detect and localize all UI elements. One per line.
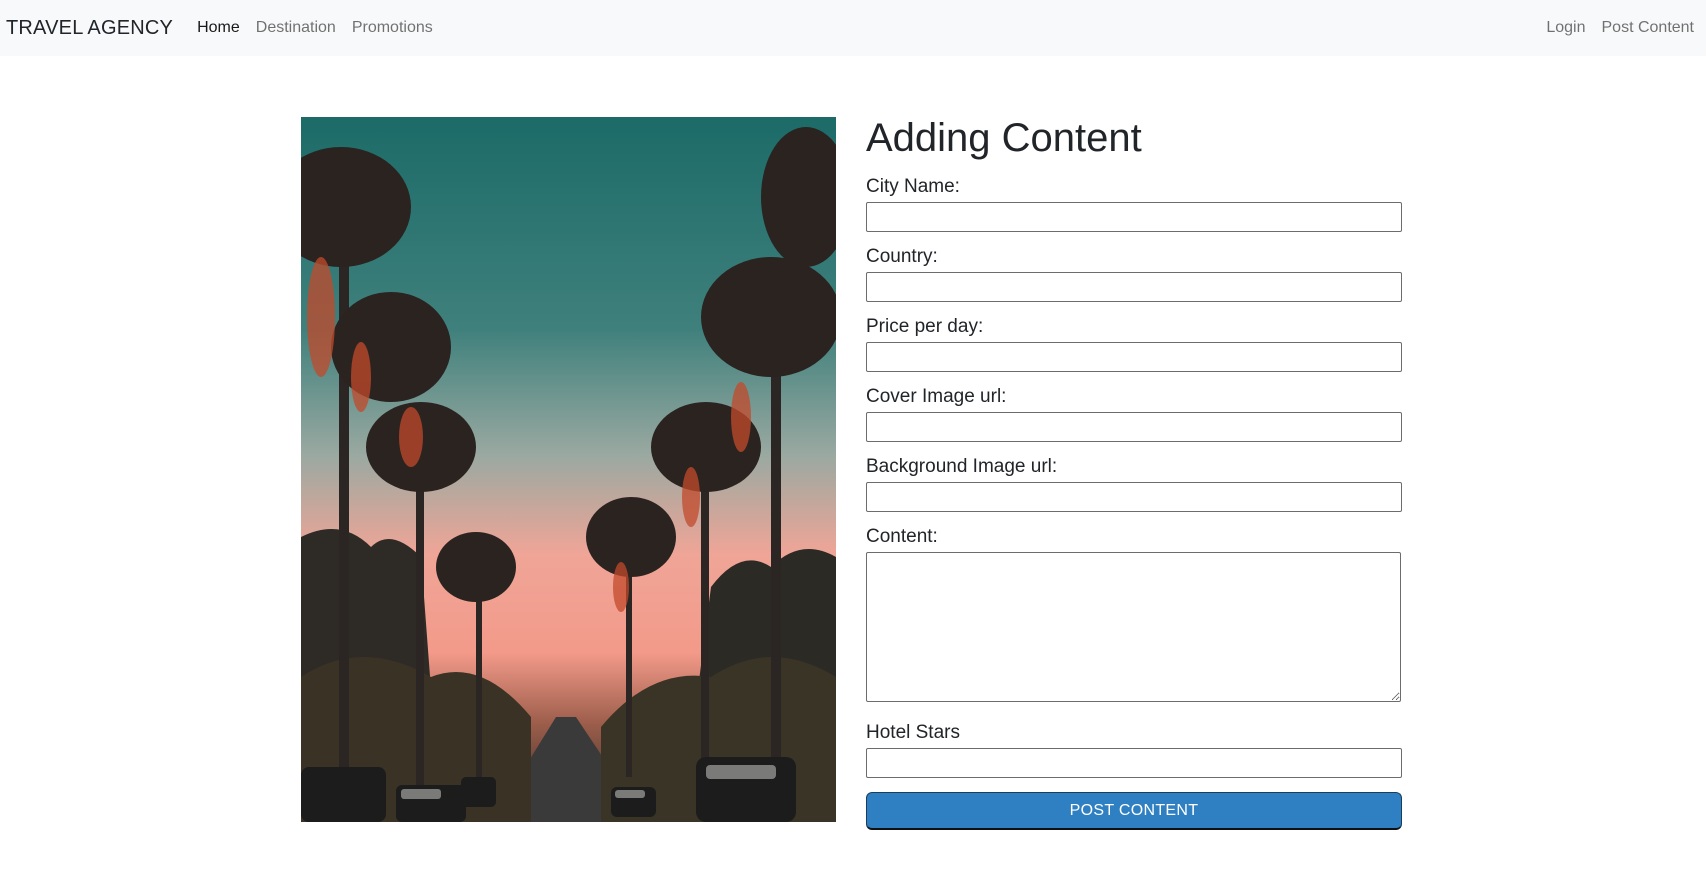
nav-right-group: Login Post Content xyxy=(1546,19,1694,37)
hotel-stars-label: Hotel Stars xyxy=(866,722,960,743)
cover-image-url-input[interactable] xyxy=(866,412,1402,442)
nav-login-link[interactable]: Login xyxy=(1546,19,1585,37)
background-image-url-input[interactable] xyxy=(866,482,1402,512)
top-navbar: TRAVEL AGENCY Home Destination Promotion… xyxy=(0,0,1706,56)
hotel-stars-input[interactable] xyxy=(866,748,1402,778)
city-name-input[interactable] xyxy=(866,202,1402,232)
country-label: Country: xyxy=(866,246,938,267)
content-label: Content: xyxy=(866,526,938,547)
nav-left-group: Home Destination Promotions xyxy=(197,19,433,37)
cover-image-url-label: Cover Image url: xyxy=(866,386,1007,407)
post-content-button[interactable]: POST CONTENT xyxy=(866,792,1402,830)
add-content-form: Adding Content City Name: Country: Price… xyxy=(866,110,1402,830)
palm-street-illustration xyxy=(301,117,836,822)
country-input[interactable] xyxy=(866,272,1402,302)
price-per-day-label: Price per day: xyxy=(866,316,984,337)
nav-promotions-link[interactable]: Promotions xyxy=(352,19,433,37)
price-per-day-input[interactable] xyxy=(866,342,1402,372)
city-name-label: City Name: xyxy=(866,176,960,197)
nav-post-content-link[interactable]: Post Content xyxy=(1602,19,1695,37)
background-image-url-label: Background Image url: xyxy=(866,456,1058,477)
palm-street-image xyxy=(301,117,836,822)
nav-home-link[interactable]: Home xyxy=(197,19,240,37)
content-textarea[interactable] xyxy=(866,552,1401,702)
brand-logo[interactable]: TRAVEL AGENCY xyxy=(6,17,173,40)
nav-destination-link[interactable]: Destination xyxy=(256,19,336,37)
page-title: Adding Content xyxy=(866,116,1142,160)
